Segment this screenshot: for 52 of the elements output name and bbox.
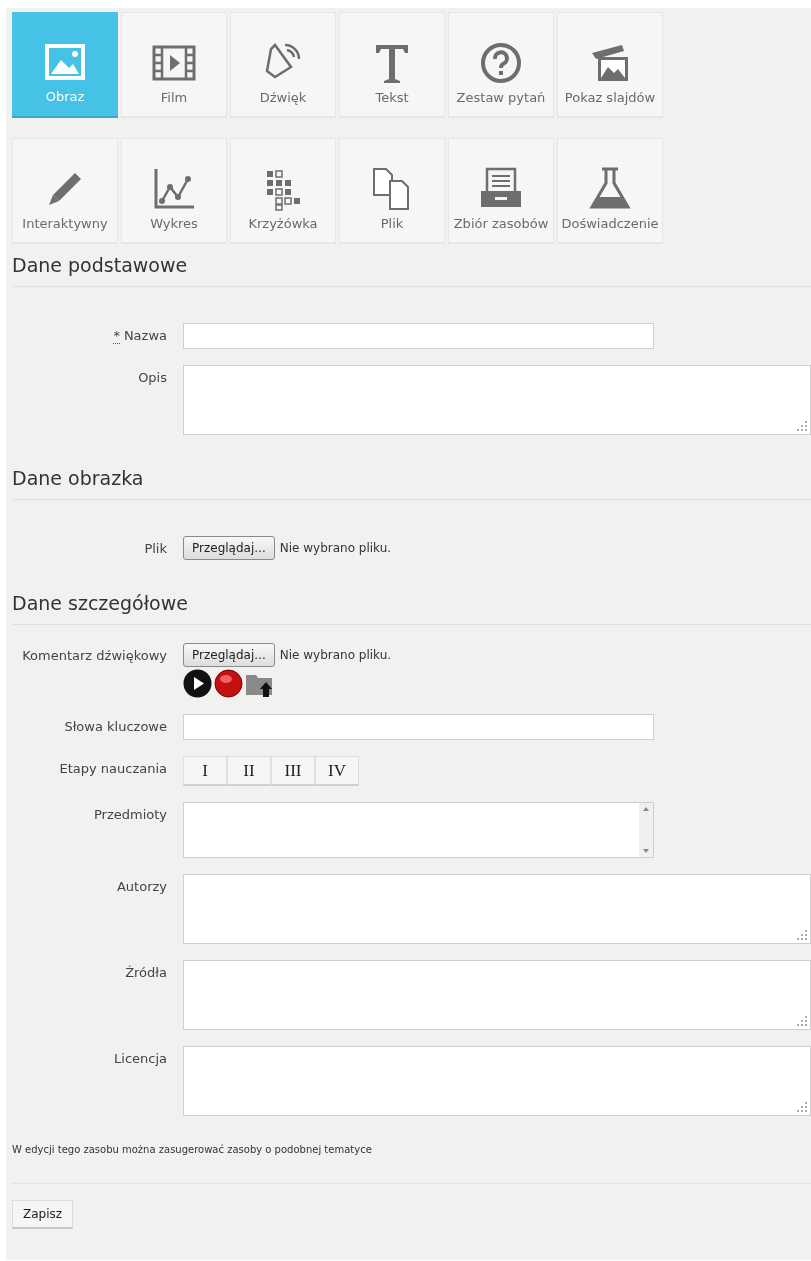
line-chart-icon — [152, 167, 196, 211]
flask-icon — [588, 167, 632, 211]
list-box[interactable] — [183, 802, 654, 858]
field-label: Przedmioty — [93, 807, 167, 822]
resource-type-tile[interactable]: Plik — [339, 138, 445, 244]
field-label: Nazwa — [123, 328, 167, 343]
resize-grip-icon[interactable] — [797, 1102, 807, 1112]
field-label: Opis — [138, 370, 167, 385]
resource-type-tile[interactable]: Interaktywny — [12, 138, 118, 244]
browse-button[interactable]: Przeglądaj... — [183, 643, 275, 667]
scrollbar-icon[interactable] — [639, 803, 653, 857]
field-label: Komentarz dźwiękowy — [22, 648, 167, 663]
text-field[interactable] — [183, 323, 654, 349]
resource-type-tile[interactable]: Doświadczenie — [557, 138, 663, 244]
resize-grip-icon[interactable] — [797, 1016, 807, 1026]
text-area[interactable] — [183, 874, 811, 944]
section-heading: Dane podstawowe — [12, 252, 811, 287]
field-label: Słowa kluczowe — [64, 719, 167, 734]
required-mark: * — [113, 328, 120, 344]
stage-toggle[interactable]: II — [227, 756, 271, 786]
question-circle-icon — [479, 41, 523, 85]
resource-type-tile[interactable]: Tekst — [339, 12, 445, 118]
field-label: Źródła — [125, 965, 167, 980]
section-heading: Dane szczegółowe — [12, 590, 811, 625]
stage-toggle[interactable]: IV — [315, 756, 359, 786]
file-status: Nie wybrano pliku. — [279, 647, 392, 664]
suggestion-note: W edycji tego zasobu można zasugerować zasoby o podobnej tematyce — [12, 1142, 811, 1184]
resource-type-tile[interactable]: Zestaw pytań — [448, 12, 554, 118]
resource-type-tile[interactable]: Pokaz slajdów — [557, 12, 663, 118]
record-icon[interactable] — [214, 669, 243, 698]
resource-type-tile[interactable]: Krzyżówka — [230, 138, 336, 244]
resource-type-tile[interactable]: Zbiór zasobów — [448, 138, 554, 244]
field-label: Plik — [144, 541, 167, 556]
text-field[interactable] — [183, 714, 654, 740]
resize-grip-icon[interactable] — [797, 421, 807, 431]
text-area[interactable] — [183, 365, 811, 435]
stage-toggle[interactable]: III — [271, 756, 315, 786]
resource-type-tile[interactable]: Film — [121, 12, 227, 118]
save-button[interactable]: Zapisz — [12, 1200, 74, 1229]
text-area[interactable] — [183, 960, 811, 1030]
text-area[interactable] — [183, 1046, 811, 1116]
resource-type-tile[interactable]: Wykres — [121, 138, 227, 244]
field-label: Licencja — [114, 1051, 167, 1066]
stage-toggle[interactable]: I — [183, 756, 227, 786]
file-status: Nie wybrano pliku. — [279, 540, 392, 557]
resize-grip-icon[interactable] — [797, 930, 807, 940]
section-heading: Dane obrazka — [12, 465, 811, 500]
field-label: Autorzy — [116, 879, 167, 894]
resource-type-tile[interactable]: Dźwięk — [230, 12, 336, 118]
browse-button[interactable]: Przeglądaj... — [183, 536, 275, 560]
field-label: Etapy nauczania — [59, 761, 167, 776]
play-icon[interactable] — [183, 669, 212, 698]
